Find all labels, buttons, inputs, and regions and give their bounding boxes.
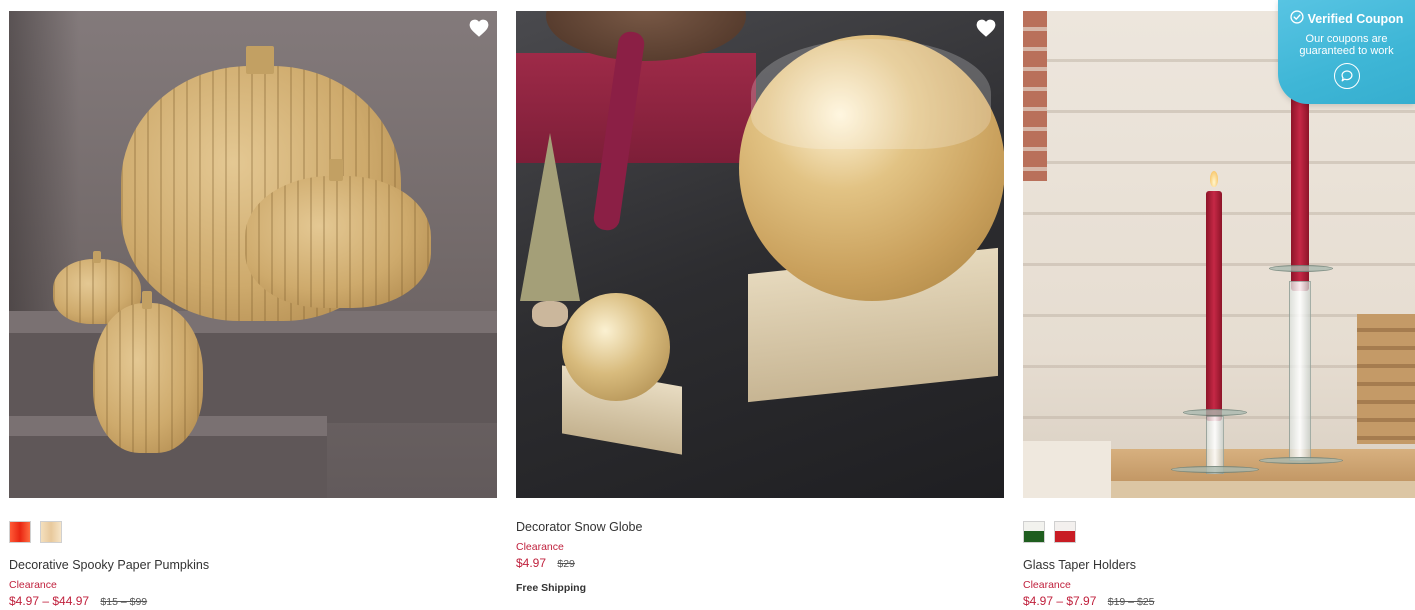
wishlist-heart-icon[interactable] — [469, 18, 489, 38]
verified-coupon-widget[interactable]: Verified Coupon Our coupons are guarante… — [1278, 0, 1415, 104]
stacked-books — [1357, 314, 1415, 444]
white-box — [1023, 441, 1111, 498]
price-row: $4.97 – $44.97 $15 – $99 — [9, 593, 497, 610]
clearance-badge: Clearance — [1023, 579, 1071, 591]
product-title[interactable]: Decorative Spooky Paper Pumpkins — [9, 557, 497, 573]
bottle-brush-tree — [520, 133, 580, 301]
swatch-green[interactable] — [1023, 521, 1045, 543]
clearance-badge: Clearance — [9, 579, 57, 591]
pumpkin-stem — [142, 291, 152, 309]
glass-holder-tall — [1289, 281, 1311, 461]
candle-flame — [1210, 171, 1218, 187]
product-image-pumpkins[interactable] — [9, 11, 497, 498]
coupon-subtitle: Our coupons are guaranteed to work — [1299, 33, 1394, 57]
glass-holder-foot — [1171, 466, 1259, 473]
swatch-cream[interactable] — [40, 521, 62, 543]
pumpkin-medium — [245, 176, 431, 308]
step-face — [9, 333, 497, 423]
free-shipping-label: Free Shipping — [516, 582, 587, 594]
price-row: $4.97 – $7.97 $19 – $25 — [1023, 593, 1415, 610]
sale-price: $4.97 — [516, 556, 547, 570]
original-price: $29 — [557, 558, 575, 570]
original-price: $15 – $99 — [100, 596, 148, 608]
wishlist-heart-icon[interactable] — [976, 18, 996, 38]
glass-holder-rim — [1269, 265, 1333, 272]
globe-glare — [751, 39, 991, 149]
pumpkin-stem — [246, 46, 274, 74]
pumpkin-tall — [93, 303, 203, 453]
product-card-snow-globe[interactable]: Decorator Snow Globe Clearance $4.97 $29… — [516, 11, 1004, 594]
coupon-header: Verified Coupon — [1278, 10, 1415, 27]
pumpkin-stem — [93, 251, 101, 263]
color-swatches — [9, 521, 497, 543]
sale-price: $4.97 – $7.97 — [1023, 594, 1097, 608]
snow-globe-small — [562, 293, 670, 401]
clearance-badge: Clearance — [516, 541, 564, 553]
glass-holder-foot — [1259, 457, 1343, 464]
check-circle-icon — [1289, 10, 1304, 27]
brick-edge — [1023, 11, 1047, 181]
coupon-title: Verified Coupon — [1307, 11, 1404, 26]
price-row: $4.97 $29 — [516, 555, 1004, 572]
red-taper-candle — [1206, 191, 1222, 421]
swatch-red[interactable] — [9, 521, 31, 543]
pumpkin-stem — [329, 159, 343, 181]
tree-base — [532, 301, 568, 327]
sale-price: $4.97 – $44.97 — [9, 594, 90, 608]
glass-holder-rim — [1183, 409, 1247, 416]
chat-icon[interactable] — [1333, 63, 1360, 89]
product-title[interactable]: Glass Taper Holders — [1023, 557, 1415, 573]
product-card-pumpkins[interactable]: Decorative Spooky Paper Pumpkins Clearan… — [9, 11, 497, 610]
color-swatches — [1023, 521, 1415, 543]
red-taper-candle — [1291, 71, 1309, 291]
product-image-snow-globe[interactable] — [516, 11, 1004, 498]
product-title[interactable]: Decorator Snow Globe — [516, 519, 1004, 535]
original-price: $19 – $25 — [1107, 596, 1155, 608]
swatch-red[interactable] — [1054, 521, 1076, 543]
